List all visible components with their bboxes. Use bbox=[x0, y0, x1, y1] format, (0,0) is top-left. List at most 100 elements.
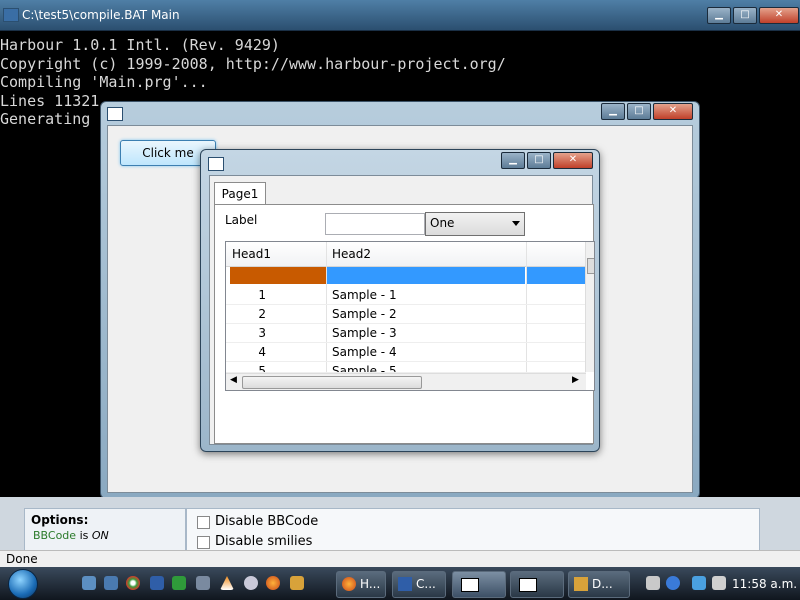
chrome-icon[interactable] bbox=[126, 576, 140, 590]
firefox-icon[interactable] bbox=[266, 576, 280, 590]
row-number: 1 bbox=[258, 288, 266, 302]
row-number: 5 bbox=[258, 364, 266, 373]
vlc-icon[interactable] bbox=[220, 576, 234, 590]
taskbar-button-d[interactable]: D... bbox=[568, 571, 630, 598]
maximize-icon[interactable]: □ bbox=[733, 7, 757, 24]
selected-row-cell-1[interactable] bbox=[230, 267, 326, 284]
close-icon[interactable]: ✕ bbox=[553, 152, 593, 169]
taskbar-button-firefox[interactable]: H... bbox=[336, 571, 386, 598]
console-app-icon bbox=[3, 8, 19, 22]
status-text: Done bbox=[6, 552, 38, 566]
vertical-scrollbar[interactable] bbox=[585, 242, 594, 372]
minimize-icon[interactable]: ▁ bbox=[501, 152, 525, 169]
table-row[interactable]: 3 Sample - 3 bbox=[226, 324, 586, 343]
window-switcher-icon[interactable] bbox=[104, 576, 118, 590]
disc-icon[interactable] bbox=[244, 576, 258, 590]
scroll-thumb[interactable] bbox=[587, 258, 594, 274]
grid-header: Head1 Head2 bbox=[226, 242, 586, 267]
combo-select[interactable]: One bbox=[425, 212, 525, 236]
scroll-right-icon[interactable]: ▶ bbox=[572, 375, 579, 385]
disable-smilies-checkbox[interactable] bbox=[197, 536, 210, 549]
bbcode-state: ON bbox=[91, 529, 109, 542]
table-row[interactable]: 5 Sample - 5 bbox=[226, 362, 586, 373]
tab-page1[interactable]: Page1 bbox=[214, 182, 266, 206]
scroll-left-icon[interactable]: ◀ bbox=[230, 375, 237, 385]
app-icon[interactable] bbox=[666, 576, 680, 590]
row-number: 3 bbox=[258, 326, 266, 340]
utorrent-icon[interactable] bbox=[172, 576, 186, 590]
row-value: Sample - 3 bbox=[332, 326, 397, 340]
volume-icon[interactable] bbox=[712, 576, 726, 590]
app-icon[interactable] bbox=[196, 576, 210, 590]
console-titlebar[interactable]: C:\test5\compile.BAT Main ▁ □ ✕ bbox=[0, 0, 800, 31]
disable-bbcode-label: Disable BBCode bbox=[215, 514, 319, 529]
options-checkboxes: Disable BBCode Disable smilies bbox=[186, 508, 760, 552]
row-value: Sample - 4 bbox=[332, 345, 397, 359]
dialog-client: Page1 Label One Head1 Head2 1 Sample - 1… bbox=[209, 175, 595, 445]
selected-row-cell-3[interactable] bbox=[527, 267, 585, 284]
taskbar-button-label: H... bbox=[360, 577, 381, 591]
console-line: Harbour 1.0.1 Intl. (Rev. 9429) bbox=[0, 36, 280, 54]
text-input[interactable] bbox=[325, 213, 425, 235]
window-icon bbox=[461, 578, 479, 592]
taskbar-button-console[interactable]: C... bbox=[392, 571, 446, 598]
network-icon[interactable] bbox=[646, 576, 660, 590]
firefox-icon bbox=[342, 577, 356, 591]
app-icon[interactable] bbox=[150, 576, 164, 590]
row-value: Sample - 1 bbox=[332, 288, 397, 302]
tab-panel: Label One Head1 Head2 1 Sample - 1 2 Sam… bbox=[214, 204, 595, 444]
console-line: Copyright (c) 1999-2008, http://www.harb… bbox=[0, 54, 506, 73]
taskbar-button-main-window[interactable] bbox=[452, 571, 506, 598]
options-panel: Options: BBCode is ON bbox=[24, 508, 186, 552]
disable-smilies-label: Disable smilies bbox=[215, 534, 313, 549]
main-window-buttons: ▁ □ ✕ bbox=[601, 103, 693, 120]
maximize-icon[interactable]: □ bbox=[527, 152, 551, 169]
row-number: 4 bbox=[258, 345, 266, 359]
taskbar-button-label: D... bbox=[592, 577, 613, 591]
taskbar-button-dialog[interactable] bbox=[510, 571, 564, 598]
app-icon bbox=[574, 577, 588, 591]
clock[interactable]: 11:58 a.m. bbox=[732, 577, 797, 591]
row-number: 2 bbox=[258, 307, 266, 321]
console-icon bbox=[398, 577, 412, 591]
grid-header-head1[interactable]: Head1 bbox=[232, 247, 271, 261]
combo-value: One bbox=[430, 216, 455, 230]
row-value: Sample - 2 bbox=[332, 307, 397, 321]
disable-bbcode-checkbox[interactable] bbox=[197, 516, 210, 529]
bbcode-link[interactable]: BBCode bbox=[33, 529, 76, 542]
field-label: Label bbox=[225, 213, 258, 227]
console-window-buttons: ▁ □ ✕ bbox=[707, 7, 799, 24]
table-row[interactable]: 1 Sample - 1 bbox=[226, 286, 586, 305]
options-title: Options: bbox=[31, 513, 89, 527]
dialog-window-icon bbox=[208, 157, 224, 171]
scroll-thumb[interactable] bbox=[242, 376, 422, 389]
data-grid[interactable]: Head1 Head2 1 Sample - 1 2 Sample - 2 3 bbox=[225, 241, 595, 391]
main-window-icon bbox=[107, 107, 123, 121]
row-value: Sample - 5 bbox=[332, 364, 397, 373]
chevron-down-icon[interactable] bbox=[512, 221, 520, 226]
selected-row-cell-2[interactable] bbox=[327, 267, 525, 284]
table-row[interactable]: 4 Sample - 4 bbox=[226, 343, 586, 362]
grid-header-head2[interactable]: Head2 bbox=[332, 247, 371, 261]
console-title: C:\test5\compile.BAT Main bbox=[22, 8, 180, 22]
app-icon[interactable] bbox=[290, 576, 304, 590]
bbcode-is: is bbox=[79, 529, 89, 542]
console-line: Compiling 'Main.prg'... bbox=[0, 73, 208, 91]
dialog-window-buttons: ▁ □ ✕ bbox=[501, 152, 593, 169]
table-row[interactable]: 2 Sample - 2 bbox=[226, 305, 586, 324]
close-icon[interactable]: ✕ bbox=[759, 7, 799, 24]
browser-statusbar: Done bbox=[0, 550, 800, 568]
minimize-icon[interactable]: ▁ bbox=[707, 7, 731, 24]
show-desktop-icon[interactable] bbox=[82, 576, 96, 590]
minimize-icon[interactable]: ▁ bbox=[601, 103, 625, 120]
window-icon bbox=[519, 578, 537, 592]
maximize-icon[interactable]: □ bbox=[627, 103, 651, 120]
horizontal-scrollbar[interactable]: ◀ ▶ bbox=[226, 373, 586, 390]
close-icon[interactable]: ✕ bbox=[653, 103, 693, 120]
bbcode-status: BBCode is ON bbox=[33, 529, 109, 542]
taskbar-button-label: C... bbox=[416, 577, 436, 591]
app-icon[interactable] bbox=[692, 576, 706, 590]
taskbar: H... C... D... 11:58 a.m. bbox=[0, 567, 800, 600]
dialog-window: ▁ □ ✕ Page1 Label One Head1 Head2 1 Samp… bbox=[200, 149, 600, 452]
start-button[interactable] bbox=[8, 569, 38, 599]
